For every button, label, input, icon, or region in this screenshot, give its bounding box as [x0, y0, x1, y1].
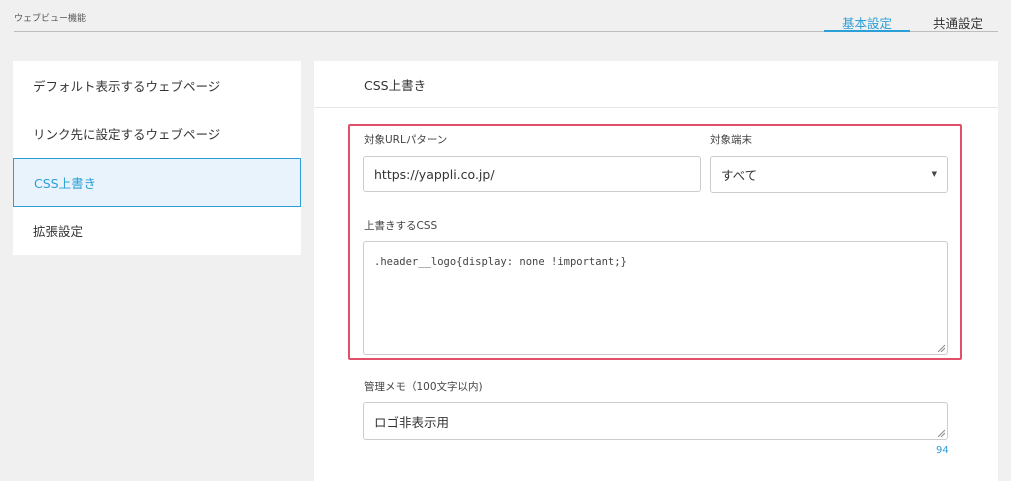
- tab-common-settings[interactable]: 共通設定: [918, 0, 998, 32]
- resize-handle-icon[interactable]: [937, 429, 945, 437]
- memo-label: 管理メモ（100文字以内): [364, 381, 483, 393]
- url-pattern-input[interactable]: https://yappli.co.jp/: [363, 156, 701, 192]
- sidebar-item-css-override[interactable]: CSS上書き: [13, 158, 301, 207]
- section-title: CSS上書き: [314, 61, 998, 108]
- url-pattern-label: 対象URLパターン: [364, 134, 448, 146]
- sidebar-item-default-webpage[interactable]: デフォルト表示するウェブページ: [13, 61, 301, 110]
- device-select[interactable]: すべて ▼: [710, 156, 948, 193]
- device-select-value: すべて: [721, 168, 758, 183]
- dropdown-arrow-icon: ▼: [931, 170, 937, 178]
- css-label: 上書きするCSS: [364, 220, 438, 232]
- top-tabs: 基本設定 共通設定: [824, 0, 998, 32]
- css-textarea-value: .header__logo{display: none !important;}: [374, 256, 627, 268]
- memo-char-counter: 94: [936, 445, 949, 456]
- memo-textarea[interactable]: ロゴ非表示用: [363, 402, 948, 440]
- css-textarea[interactable]: .header__logo{display: none !important;}: [363, 241, 948, 355]
- sidebar: デフォルト表示するウェブページ リンク先に設定するウェブページ CSS上書き 拡…: [13, 61, 301, 255]
- main-panel: CSS上書き 対象URLパターン https://yappli.co.jp/ 対…: [314, 61, 998, 481]
- page-title: ウェブビュー機能: [14, 14, 87, 24]
- memo-textarea-value: ロゴ非表示用: [374, 414, 450, 430]
- resize-handle-icon[interactable]: [937, 344, 945, 352]
- tab-basic-settings[interactable]: 基本設定: [824, 0, 910, 32]
- sidebar-item-extended-settings[interactable]: 拡張設定: [13, 207, 301, 256]
- sidebar-item-link-webpage[interactable]: リンク先に設定するウェブページ: [13, 110, 301, 159]
- top-bar: ウェブビュー機能 基本設定 共通設定: [14, 0, 998, 32]
- device-label: 対象端末: [710, 134, 752, 146]
